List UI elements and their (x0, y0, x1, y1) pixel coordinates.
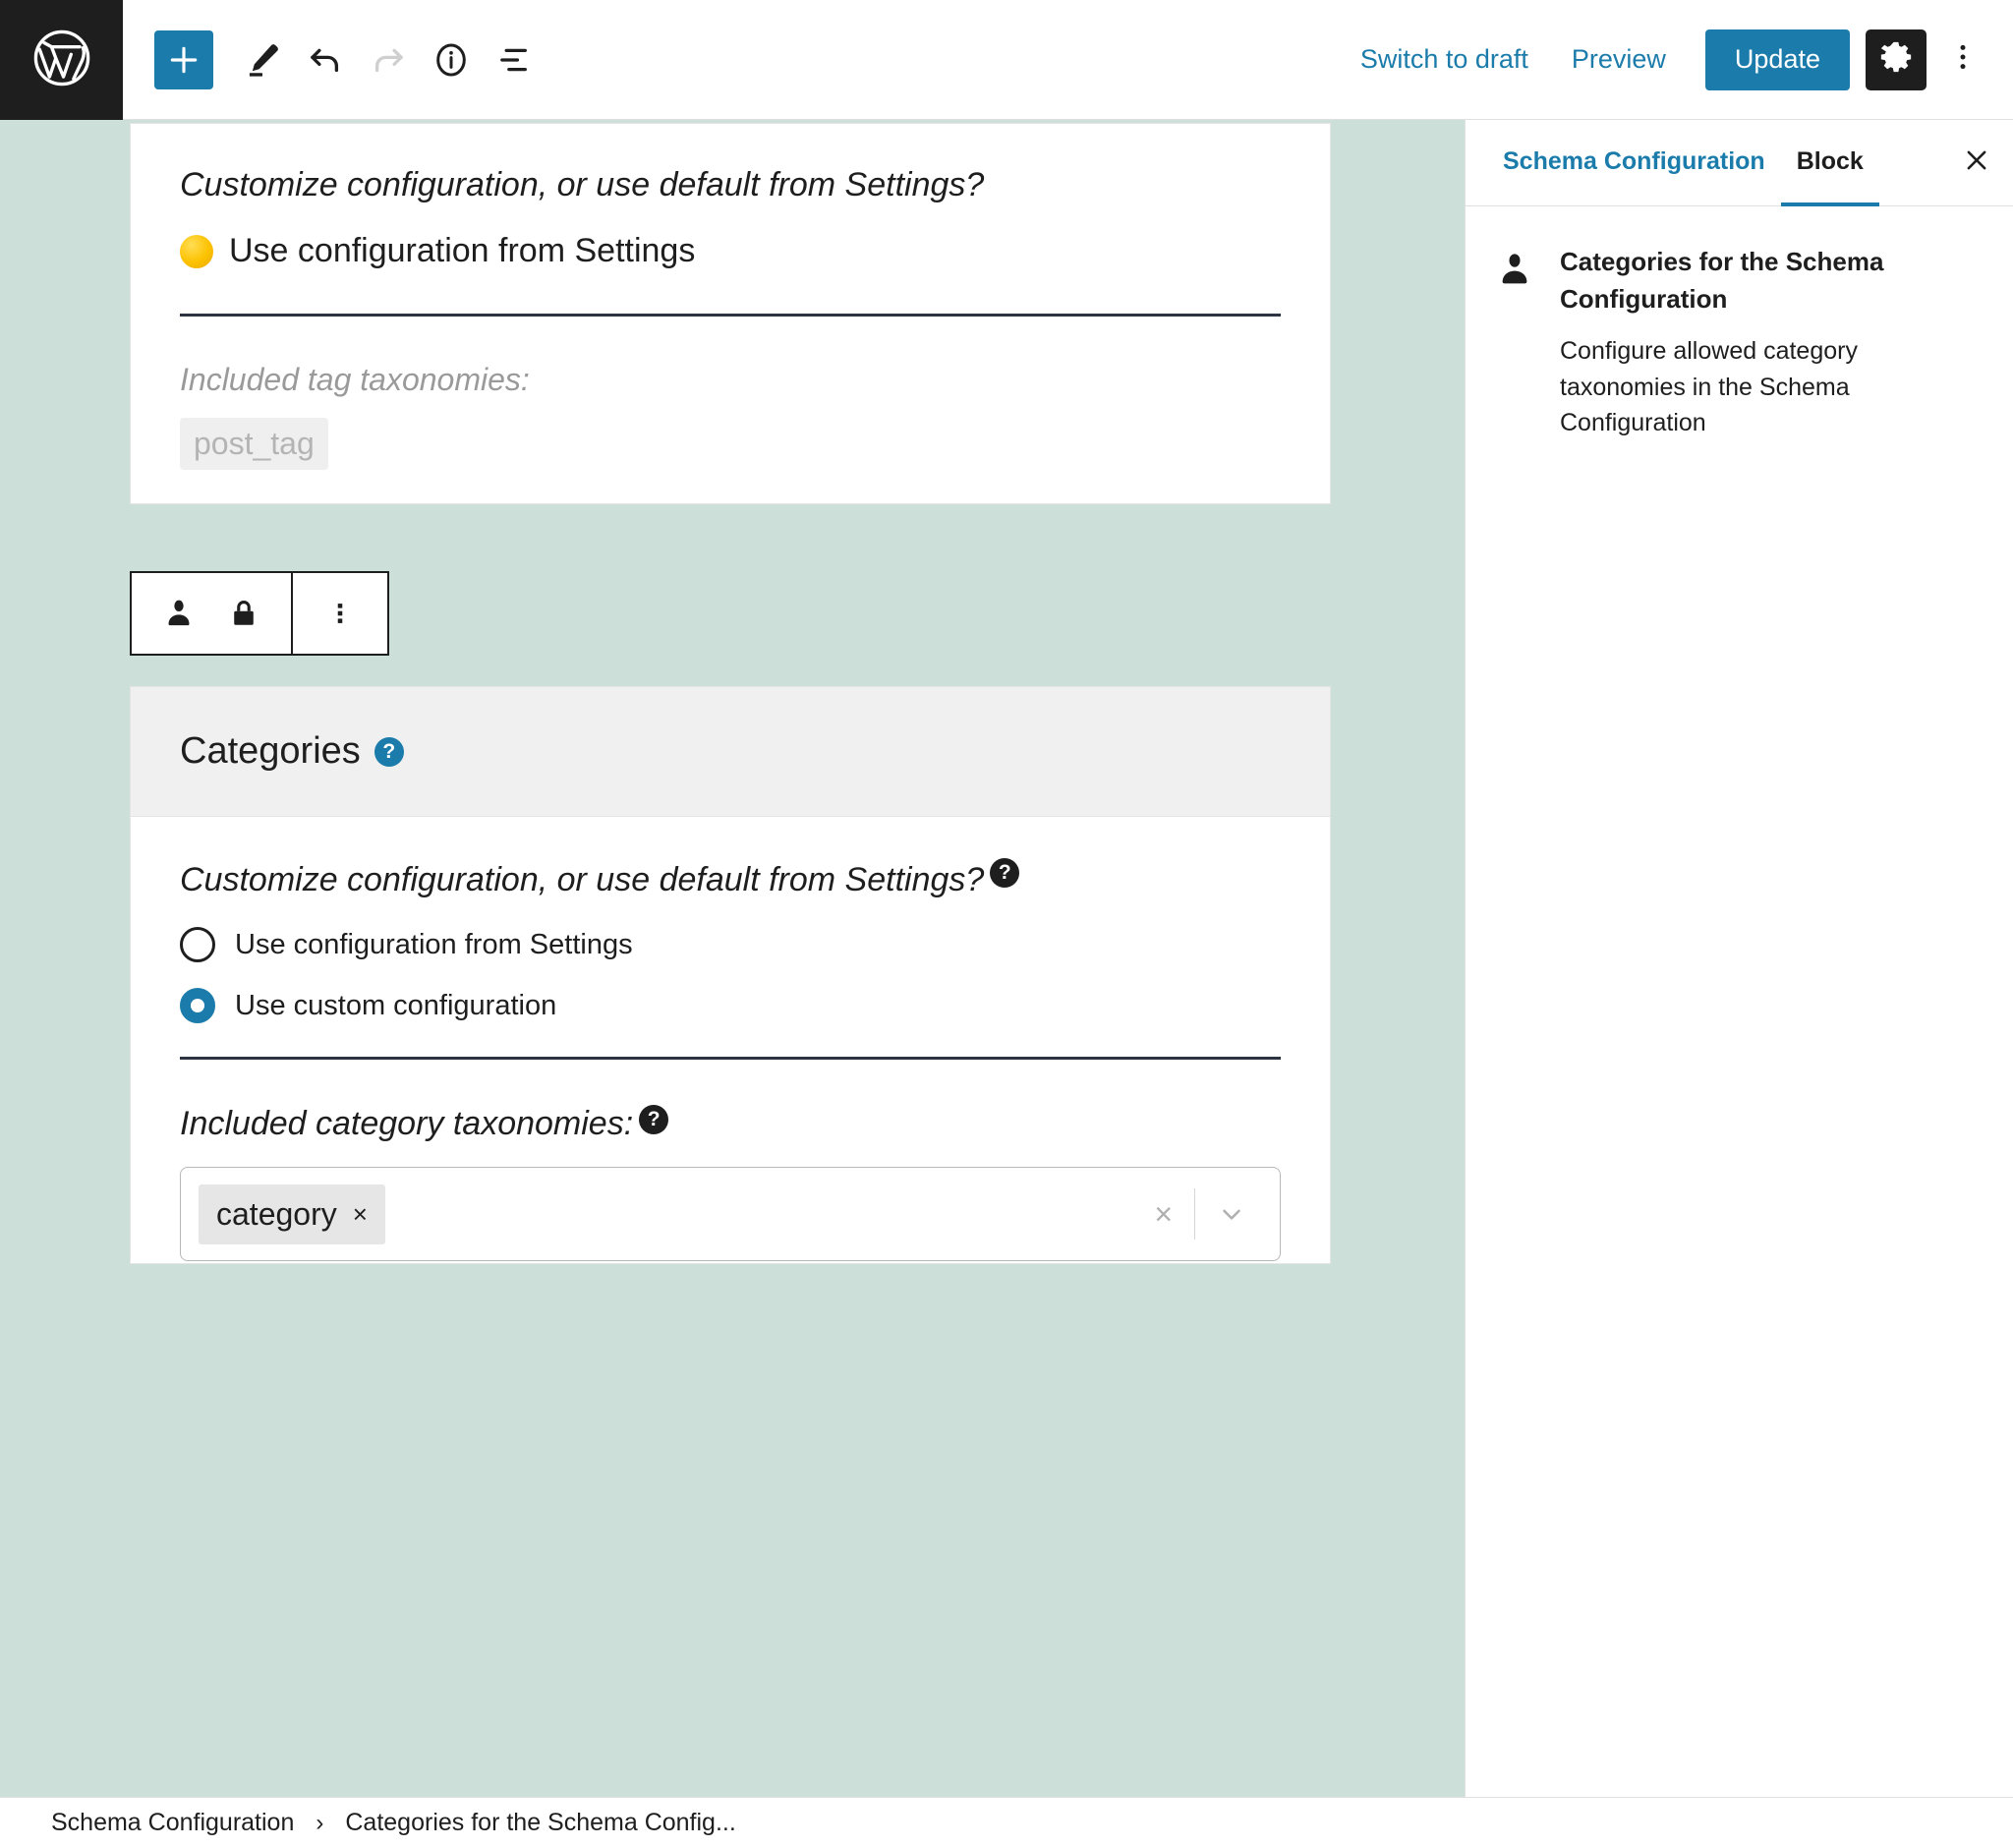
block-toolbar (130, 571, 389, 656)
category-taxonomies-multiselect[interactable]: category × × (180, 1167, 1281, 1262)
header-right-toolbar: Switch to draft Preview Update (1339, 0, 2013, 119)
block-toolbar-options-group (293, 573, 387, 654)
sidebar-block-text: Categories for the Schema Configuration … (1560, 244, 1980, 440)
plus-icon (164, 40, 203, 80)
update-button[interactable]: Update (1704, 29, 1850, 90)
person-icon (1495, 244, 1538, 440)
block-inserter-button[interactable] (154, 29, 213, 89)
wordpress-logo-button[interactable] (0, 0, 123, 120)
settings-toggle-button[interactable] (1866, 29, 1927, 90)
tag-taxonomy-chip[interactable]: post_tag (180, 418, 328, 471)
tag-block-selected-option-label: Use configuration from Settings (229, 232, 696, 270)
gear-icon (1878, 39, 1914, 80)
radio-use-settings-label: Use configuration from Settings (235, 928, 633, 960)
categories-schema-block[interactable]: Categories ? Customize configuration, or… (130, 686, 1331, 1264)
wordpress-logo-icon (31, 28, 92, 93)
tag-taxonomies-label: Included tag taxonomies: (180, 362, 530, 398)
tag-block-divider (180, 314, 1281, 318)
clear-all-icon[interactable]: × (1132, 1196, 1194, 1233)
help-question-icon[interactable]: ? (374, 736, 404, 767)
sidebar-tabs: Schema Configuration Block (1466, 120, 2013, 206)
block-toolbar-main-group (132, 573, 291, 654)
radio-button-unchecked[interactable] (180, 927, 215, 963)
sidebar-block-title: Categories for the Schema Configuration (1560, 247, 1884, 314)
close-sidebar-button[interactable] (1940, 120, 2013, 205)
tags-schema-block[interactable]: Customize configuration, or use default … (130, 123, 1331, 504)
undo-icon (305, 39, 346, 81)
undo-button[interactable] (294, 29, 357, 91)
categories-block-header: Categories ? (131, 687, 1330, 817)
header-left-toolbar (123, 0, 546, 119)
tab-block[interactable]: Block (1780, 120, 1879, 206)
radio-use-custom-label: Use custom configuration (235, 989, 557, 1021)
breadcrumb-bar: Schema Configuration › Categories for th… (0, 1797, 2013, 1848)
settings-sidebar: Schema Configuration Block Categories fo… (1465, 120, 2013, 1797)
categories-block-body: Customize configuration, or use default … (131, 817, 1330, 1262)
categories-block-divider (180, 1057, 1281, 1061)
breadcrumb-item-categories[interactable]: Categories for the Schema Config... (345, 1809, 735, 1837)
editor-root: Switch to draft Preview Update Customize… (0, 0, 2013, 1848)
editor-header-bar: Switch to draft Preview Update (0, 0, 2013, 120)
chevron-down-icon[interactable] (1195, 1199, 1268, 1229)
categories-block-title: Categories (180, 730, 361, 772)
breadcrumb-item-schema-configuration[interactable]: Schema Configuration (51, 1809, 294, 1837)
redo-button (357, 29, 420, 91)
list-view-button[interactable] (483, 29, 546, 91)
tab-schema-configuration[interactable]: Schema Configuration (1487, 120, 1781, 206)
category-taxonomies-label-row: Included category taxonomies: ? (180, 1105, 1281, 1143)
list-view-icon (493, 39, 535, 81)
radio-use-settings[interactable]: Use configuration from Settings (180, 927, 1281, 963)
redo-icon (368, 39, 409, 81)
help-question-icon[interactable]: ? (990, 858, 1020, 888)
tag-block-question: Customize configuration, or use default … (180, 166, 985, 203)
sidebar-block-description: Configure allowed category taxonomies in… (1560, 337, 1858, 436)
tools-pencil-button[interactable] (231, 29, 294, 91)
switch-to-draft-button[interactable]: Switch to draft (1339, 46, 1550, 73)
pencil-icon (242, 39, 283, 81)
yellow-circle-icon (180, 234, 213, 268)
lock-icon[interactable] (222, 584, 265, 643)
radio-button-checked[interactable] (180, 988, 215, 1024)
radio-use-custom[interactable]: Use custom configuration (180, 988, 1281, 1024)
categories-question-row: Customize configuration, or use default … (180, 858, 1281, 901)
taxonomy-chip-label: category (216, 1195, 337, 1232)
tag-block-selected-option[interactable]: Use configuration from Settings (180, 232, 1281, 270)
kebab-menu-icon[interactable] (318, 584, 362, 643)
details-info-button[interactable] (420, 29, 483, 91)
close-icon (1962, 145, 1991, 180)
preview-button[interactable]: Preview (1550, 46, 1688, 73)
editor-canvas: Customize configuration, or use default … (0, 120, 1465, 1797)
categories-question: Customize configuration, or use default … (180, 861, 985, 898)
kebab-menu-icon (1946, 40, 1980, 79)
info-circle-icon (431, 39, 472, 81)
help-question-icon[interactable]: ? (639, 1105, 669, 1135)
chevron-right-icon: › (316, 1809, 324, 1836)
more-options-button[interactable] (1936, 29, 1989, 90)
person-icon[interactable] (157, 584, 201, 643)
category-taxonomies-label: Included category taxonomies: (180, 1105, 634, 1143)
taxonomy-chip-category[interactable]: category × (199, 1184, 385, 1244)
header-spacer (546, 0, 1339, 119)
sidebar-block-panel: Categories for the Schema Configuration … (1466, 206, 2013, 440)
close-icon[interactable]: × (353, 1199, 368, 1230)
